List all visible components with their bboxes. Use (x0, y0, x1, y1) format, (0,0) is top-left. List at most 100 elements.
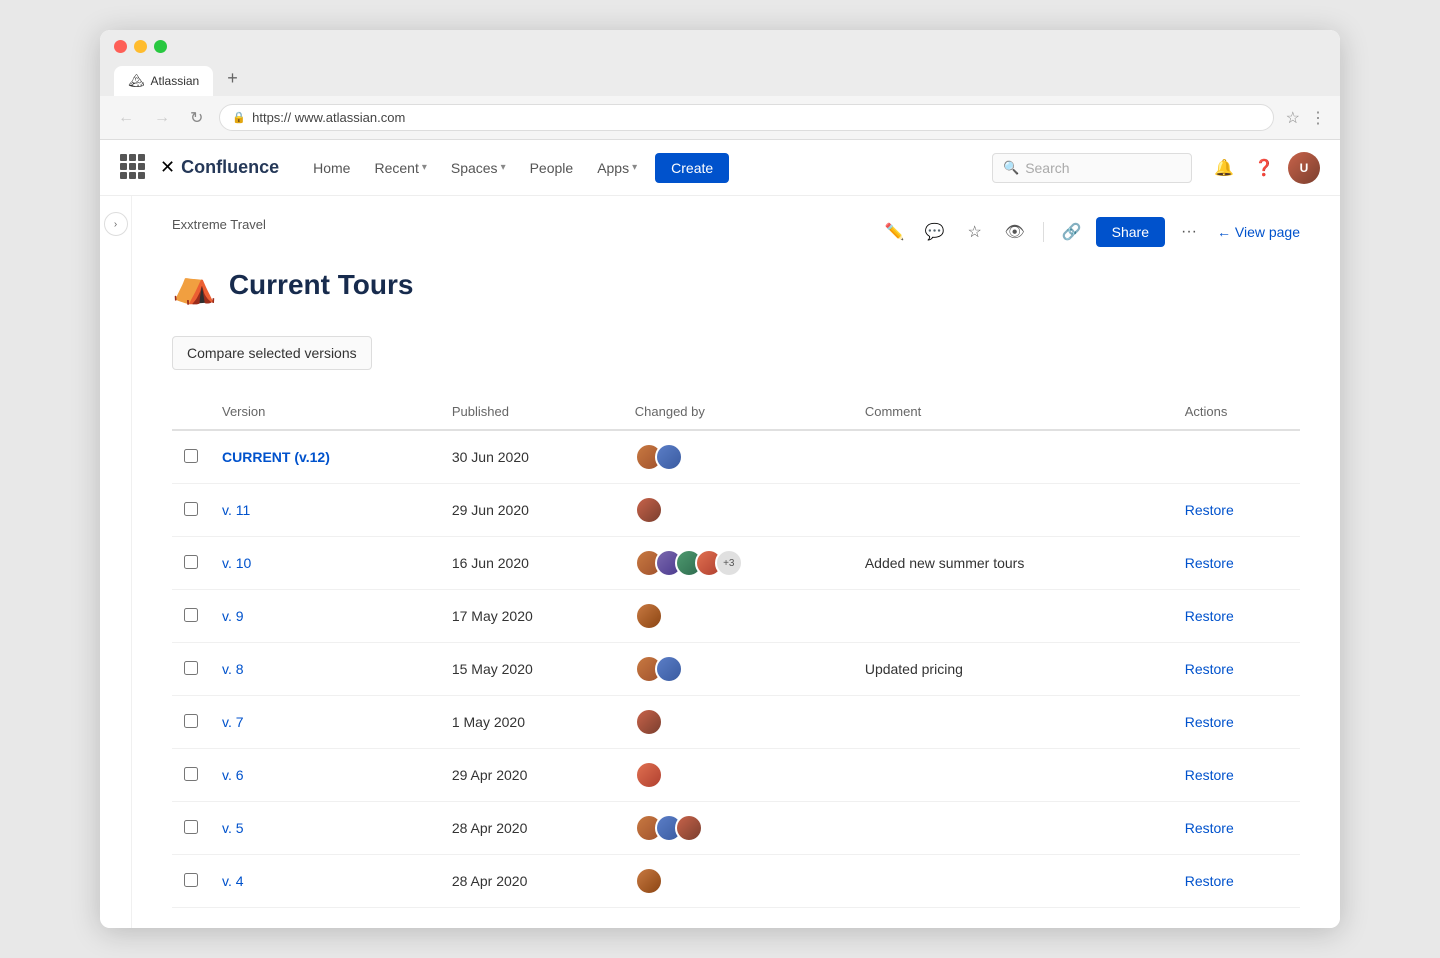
notifications-button[interactable]: 🔔 (1208, 152, 1240, 184)
version-checkbox[interactable] (184, 555, 198, 569)
restore-link[interactable]: Restore (1185, 555, 1234, 571)
traffic-light-green[interactable] (154, 40, 167, 53)
restore-link[interactable]: Restore (1185, 767, 1234, 783)
user-avatar[interactable]: U (1288, 152, 1320, 184)
version-checkbox[interactable] (184, 767, 198, 781)
versions-table: Version Published Changed by Comment Act… (172, 394, 1300, 908)
version-link[interactable]: v. 7 (222, 714, 244, 730)
version-link[interactable]: v. 6 (222, 767, 244, 783)
more-actions-button[interactable]: ··· (1173, 216, 1205, 248)
forward-button[interactable]: → (150, 107, 174, 129)
version-cell: v. 7 (210, 696, 440, 749)
share-button[interactable]: Share (1096, 217, 1165, 247)
comment-button[interactable]: 💬 (919, 216, 951, 248)
traffic-light-yellow[interactable] (134, 40, 147, 53)
bookmark-icon[interactable]: ☆ (1286, 108, 1300, 128)
version-checkbox[interactable] (184, 608, 198, 622)
restore-link[interactable]: Restore (1185, 502, 1234, 518)
version-link[interactable]: CURRENT (v.12) (222, 449, 330, 465)
changed-by-cell (623, 430, 853, 484)
nav-spaces[interactable]: Spaces ▾ (441, 154, 516, 182)
table-row: v. 1016 Jun 2020+3Added new summer tours… (172, 537, 1300, 590)
changed-by-cell (623, 643, 853, 696)
version-link[interactable]: v. 5 (222, 820, 244, 836)
version-checkbox[interactable] (184, 502, 198, 516)
top-navigation: ✕ Confluence Home Recent ▾ Spaces ▾ Peop… (100, 140, 1340, 196)
address-input[interactable]: 🔒 https:// www.atlassian.com (219, 104, 1273, 131)
more-options-icon[interactable]: ⋮ (1310, 108, 1326, 128)
star-button[interactable]: ☆ (959, 216, 991, 248)
published-cell: 29 Jun 2020 (440, 484, 623, 537)
row-checkbox-cell (172, 484, 210, 537)
version-checkbox[interactable] (184, 873, 198, 887)
browser-tab[interactable]: 🏔 Atlassian (114, 66, 213, 96)
version-link[interactable]: v. 4 (222, 873, 244, 889)
version-checkbox[interactable] (184, 714, 198, 728)
avatar (635, 708, 663, 736)
nav-apps[interactable]: Apps ▾ (587, 154, 647, 182)
version-link[interactable]: v. 8 (222, 661, 244, 677)
tab-title: Atlassian (151, 74, 200, 88)
table-row: v. 7 1 May 2020 Restore (172, 696, 1300, 749)
restore-link[interactable]: Restore (1185, 714, 1234, 730)
page-title-area: ⛺ Current Tours (172, 264, 1300, 306)
watch-button[interactable]: 👁 (999, 216, 1031, 248)
copy-link-button[interactable]: 🔗 (1056, 216, 1088, 248)
changed-by-cell (623, 749, 853, 802)
comment-cell (853, 802, 1173, 855)
back-button[interactable]: ← (114, 107, 138, 129)
comment-cell (853, 590, 1173, 643)
create-button[interactable]: Create (655, 153, 729, 183)
col-published: Published (440, 394, 623, 430)
comment-cell (853, 749, 1173, 802)
version-cell: v. 10 (210, 537, 440, 590)
version-checkbox[interactable] (184, 820, 198, 834)
compare-versions-button[interactable]: Compare selected versions (172, 336, 372, 370)
apps-chevron-icon: ▾ (632, 162, 637, 173)
search-icon: 🔍 (1003, 160, 1019, 176)
published-cell: 1 May 2020 (440, 696, 623, 749)
table-row: v. 815 May 2020Updated pricingRestore (172, 643, 1300, 696)
col-comment: Comment (853, 394, 1173, 430)
refresh-button[interactable]: ↻ (186, 106, 207, 130)
version-link[interactable]: v. 10 (222, 555, 251, 571)
help-button[interactable]: ❓ (1248, 152, 1280, 184)
changed-by-cell (623, 590, 853, 643)
search-placeholder: Search (1025, 160, 1069, 176)
version-checkbox[interactable] (184, 661, 198, 675)
table-header-row: Version Published Changed by Comment Act… (172, 394, 1300, 430)
published-cell: 17 May 2020 (440, 590, 623, 643)
restore-link[interactable]: Restore (1185, 608, 1234, 624)
published-cell: 16 Jun 2020 (440, 537, 623, 590)
actions-cell: Restore (1173, 484, 1300, 537)
traffic-light-red[interactable] (114, 40, 127, 53)
version-link[interactable]: v. 9 (222, 608, 244, 624)
actions-cell (1173, 430, 1300, 484)
edit-button[interactable]: ✏️ (879, 216, 911, 248)
confluence-logo[interactable]: ✕ Confluence (160, 157, 279, 178)
avatar (635, 496, 663, 524)
restore-link[interactable]: Restore (1185, 820, 1234, 836)
sidebar-toggle-button[interactable]: › (104, 212, 128, 236)
version-link[interactable]: v. 11 (222, 502, 250, 518)
version-cell: v. 11 (210, 484, 440, 537)
new-tab-button[interactable]: + (215, 61, 250, 96)
apps-grid-icon[interactable] (120, 154, 148, 182)
version-cell: v. 9 (210, 590, 440, 643)
published-cell: 15 May 2020 (440, 643, 623, 696)
changed-by-cell (623, 696, 853, 749)
spaces-chevron-icon: ▾ (501, 162, 506, 173)
col-changed-by: Changed by (623, 394, 853, 430)
nav-home[interactable]: Home (303, 154, 360, 182)
restore-link[interactable]: Restore (1185, 661, 1234, 677)
page-content-area: Exxtreme Travel ✏️ 💬 ☆ 👁 🔗 Share ··· ← V… (132, 196, 1340, 928)
view-page-button[interactable]: ← View page (1217, 224, 1300, 240)
row-checkbox-cell (172, 430, 210, 484)
restore-link[interactable]: Restore (1185, 873, 1234, 889)
nav-people[interactable]: People (520, 154, 584, 182)
row-checkbox-cell (172, 749, 210, 802)
search-box[interactable]: 🔍 Search (992, 153, 1192, 183)
nav-recent[interactable]: Recent ▾ (364, 154, 436, 182)
version-checkbox[interactable] (184, 449, 198, 463)
url-text: https:// www.atlassian.com (252, 110, 1261, 125)
